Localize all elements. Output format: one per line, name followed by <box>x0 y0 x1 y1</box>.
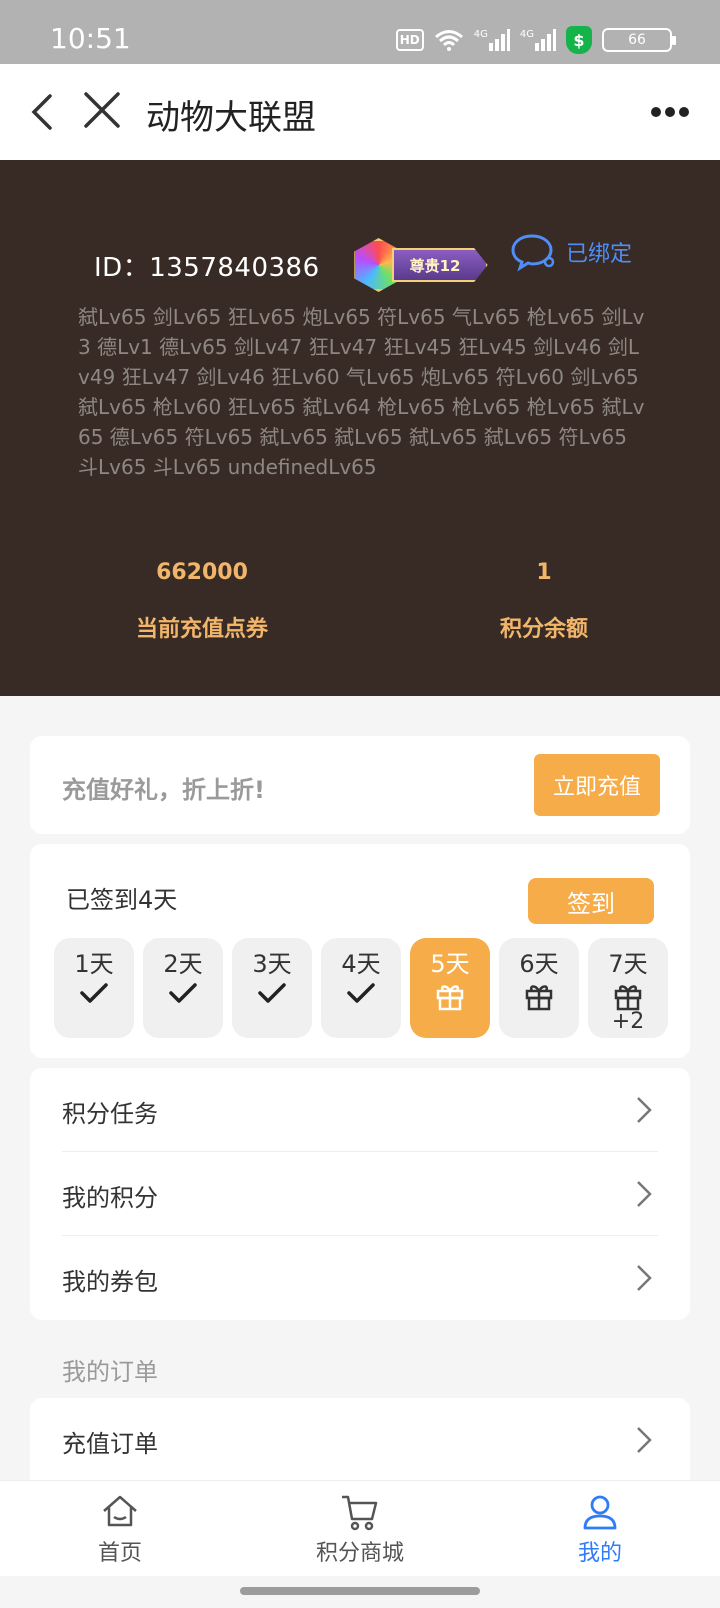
recharge-points-value: 662000 <box>156 560 248 585</box>
back-icon[interactable] <box>24 92 64 132</box>
shield-icon: $ <box>566 26 592 54</box>
checkmark-icon <box>80 983 108 1003</box>
menu-item-recharge-orders[interactable]: 充值订单 <box>62 1398 658 1482</box>
chat-bubble-icon <box>511 234 555 272</box>
checkmark-icon <box>169 983 197 1003</box>
day-label: 1天 <box>74 950 114 978</box>
orders-section-title: 我的订单 <box>62 1358 158 1386</box>
bind-status[interactable]: 已绑定 <box>510 232 632 272</box>
more-icon[interactable] <box>650 106 690 118</box>
signin-day-4[interactable]: 4天 <box>321 938 401 1038</box>
tab-mine-label: 我的 <box>577 1541 622 1566</box>
user-icon <box>583 1495 617 1530</box>
cart-icon <box>342 1495 378 1531</box>
day-bonus: +2 <box>611 1009 645 1034</box>
status-time: 10:51 <box>50 22 131 55</box>
gift-icon <box>614 985 642 1011</box>
signin-status: 已签到4天 <box>66 886 178 914</box>
promo-text: 充值好礼，折上折! <box>62 776 265 804</box>
menu-card: 积分任务 我的积分 我的券包 <box>30 1068 690 1320</box>
recharge-now-button[interactable]: 立即充值 <box>534 754 660 816</box>
signin-day-1[interactable]: 1天 <box>54 938 134 1038</box>
checkmark-icon <box>347 983 375 1003</box>
vip-badge: 尊贵12 <box>352 238 488 292</box>
recharge-points-label: 当前充值点券 <box>135 617 268 642</box>
gift-icon <box>525 985 553 1011</box>
signin-day-2[interactable]: 2天 <box>143 938 223 1038</box>
chevron-right-icon <box>637 1265 652 1291</box>
menu-item-score-tasks[interactable]: 积分任务 <box>62 1068 658 1152</box>
signin-days: 1天 2天 3天 4天 5天 6天 7天 +2 <box>54 938 668 1038</box>
checkmark-icon <box>258 983 286 1003</box>
tab-mine[interactable]: 我的 <box>520 1493 680 1567</box>
tab-bar: 首页 积分商城 我的 <box>0 1480 720 1576</box>
menu-item-label: 我的积分 <box>62 1184 158 1212</box>
promo-card: 充值好礼，折上折! 立即充值 <box>30 736 690 834</box>
gift-icon <box>436 985 464 1011</box>
chevron-right-icon <box>637 1097 652 1123</box>
menu-item-my-score[interactable]: 我的积分 <box>62 1152 658 1236</box>
tab-home[interactable]: 首页 <box>40 1493 200 1567</box>
chevron-right-icon <box>637 1181 652 1207</box>
menu-item-label: 充值订单 <box>62 1430 158 1458</box>
score-balance-stat: 1 积分余额 <box>424 560 664 643</box>
close-icon[interactable] <box>82 90 122 130</box>
score-balance-label: 积分余额 <box>499 617 588 642</box>
signal-icon-2: 4G <box>520 29 556 51</box>
home-icon <box>103 1495 137 1527</box>
tab-score-mall[interactable]: 积分商城 <box>280 1493 440 1567</box>
page-title: 动物大联盟 <box>146 98 316 138</box>
day-label: 6天 <box>519 950 559 978</box>
signin-card: 已签到4天 签到 1天 2天 3天 4天 5天 6天 7天 +2 <box>30 844 690 1058</box>
hd-icon: HD <box>395 29 424 51</box>
status-bar: 10:51 HD 4G 4G $ 66 <box>0 0 720 64</box>
wifi-icon <box>434 29 464 51</box>
user-id-row: ID：1357840386 尊贵12 <box>94 238 488 292</box>
signin-button[interactable]: 签到 <box>528 878 654 924</box>
score-balance-value: 1 <box>536 560 552 585</box>
network-type-label-2: 4G <box>519 29 534 40</box>
tab-home-label: 首页 <box>97 1541 142 1566</box>
battery-icon: 66 <box>602 28 676 52</box>
menu-item-label: 我的券包 <box>62 1268 158 1296</box>
nav-bar: 动物大联盟 <box>0 64 720 160</box>
day-label: 2天 <box>163 950 203 978</box>
menu-item-label: 积分任务 <box>62 1100 158 1128</box>
signin-day-3[interactable]: 3天 <box>232 938 312 1038</box>
user-id: ID：1357840386 <box>94 252 320 283</box>
bind-status-label: 已绑定 <box>566 242 633 267</box>
profile-header: ID：1357840386 尊贵12 已绑定 弑Lv65 剑Lv65 狂Lv65… <box>0 160 720 696</box>
recharge-points-stat: 662000 当前充值点券 <box>82 560 322 643</box>
character-levels: 弑Lv65 剑Lv65 狂Lv65 炮Lv65 符Lv65 气Lv65 枪Lv6… <box>78 305 645 479</box>
signin-day-7[interactable]: 7天 +2 <box>588 938 668 1038</box>
day-label: 4天 <box>341 950 381 978</box>
day-label: 5天 <box>430 950 470 978</box>
chevron-right-icon <box>637 1427 652 1453</box>
signal-icon: 4G <box>474 29 510 51</box>
menu-item-coupons[interactable]: 我的券包 <box>62 1236 658 1320</box>
network-type-label: 4G <box>473 29 488 40</box>
signin-day-5[interactable]: 5天 <box>410 938 490 1038</box>
signin-day-6[interactable]: 6天 <box>499 938 579 1038</box>
day-label: 7天 <box>608 950 648 978</box>
vip-level-label: 尊贵12 <box>391 248 488 282</box>
status-icons: HD 4G 4G $ 66 <box>395 26 676 54</box>
day-label: 3天 <box>252 950 292 978</box>
home-indicator[interactable] <box>240 1587 480 1595</box>
tab-score-mall-label: 积分商城 <box>315 1541 404 1566</box>
